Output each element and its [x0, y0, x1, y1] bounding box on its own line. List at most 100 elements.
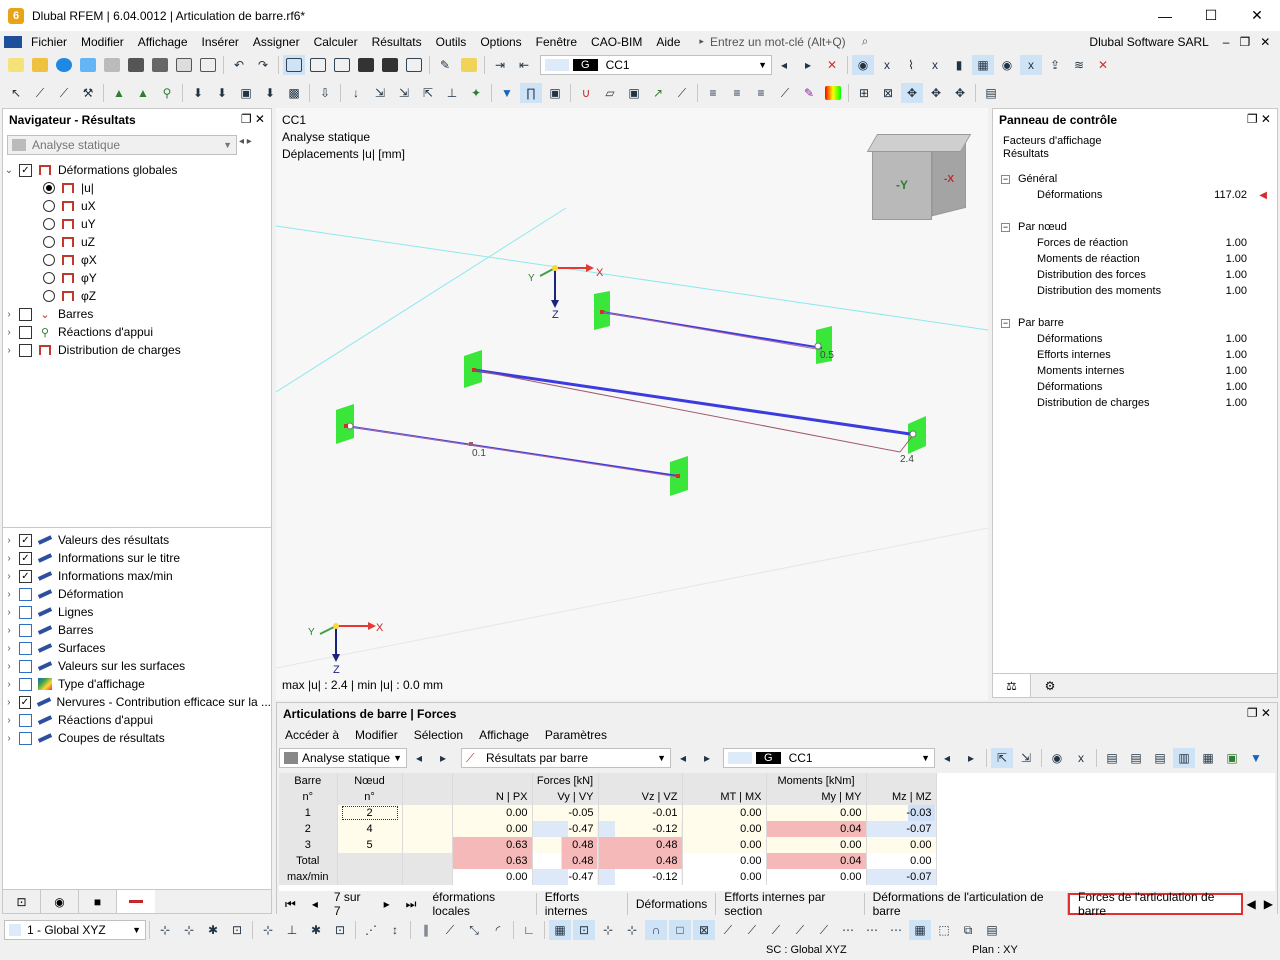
- menu-options[interactable]: Options: [473, 35, 528, 49]
- row-value[interactable]: 1.00: [1226, 333, 1247, 345]
- cp-row[interactable]: Distribution des moments 1.00: [993, 283, 1277, 299]
- cell-vy[interactable]: -0.47: [532, 821, 599, 837]
- tree-item-reactions[interactable]: › ⚲ Réactions d'appui: [3, 323, 271, 341]
- first-page-icon[interactable]: ⏮: [277, 893, 304, 915]
- checkbox[interactable]: [19, 641, 32, 655]
- cell-my[interactable]: 0.00: [766, 805, 867, 821]
- view-toggle-icon[interactable]: ▤: [981, 920, 1003, 940]
- radio[interactable]: [43, 218, 55, 230]
- tab-local-deformations[interactable]: éformations locales: [424, 890, 537, 918]
- clear-icon[interactable]: ✕: [1092, 55, 1114, 75]
- export-res-icon[interactable]: ⇪: [1044, 55, 1066, 75]
- load4-icon[interactable]: ⬇: [259, 83, 281, 103]
- member-b-icon[interactable]: ⟋: [439, 920, 461, 940]
- menu-aide[interactable]: Aide: [649, 35, 687, 49]
- dim3-icon[interactable]: ⇱: [417, 83, 439, 103]
- snap-b-icon[interactable]: ⊹: [178, 920, 200, 940]
- cell-mt[interactable]: 0.00: [682, 837, 767, 853]
- cell-vz[interactable]: 0.48: [598, 837, 683, 853]
- checkbox[interactable]: [19, 307, 32, 321]
- tabs-scroll-right-icon[interactable]: ▶: [1259, 893, 1278, 915]
- magnet-icon[interactable]: ∩: [645, 920, 667, 940]
- navigator-combo[interactable]: Analyse statique ▼: [7, 135, 237, 155]
- excel-icon[interactable]: ▣: [1221, 748, 1243, 768]
- next-page-icon[interactable]: ▸: [375, 893, 398, 915]
- print-icon[interactable]: [149, 55, 171, 75]
- curve-icon[interactable]: ∪: [575, 83, 597, 103]
- tree-item-phiy[interactable]: φY: [3, 269, 271, 287]
- checkbox[interactable]: ✓: [19, 163, 32, 177]
- radio[interactable]: [43, 290, 55, 302]
- view-a-icon[interactable]: ⊞: [853, 83, 875, 103]
- dim-c-icon[interactable]: ✱: [305, 920, 327, 940]
- select-icon[interactable]: ↖: [5, 83, 27, 103]
- chevron-down-icon[interactable]: ⌄: [3, 165, 15, 176]
- scale-tab-icon[interactable]: ⚖: [993, 674, 1031, 697]
- pointer-icon[interactable]: ↓: [345, 83, 367, 103]
- cell-vz[interactable]: -0.12: [598, 869, 683, 885]
- menu-fichier[interactable]: Fichier: [24, 35, 74, 49]
- grid-icon[interactable]: ▦: [972, 55, 994, 75]
- snap-a-icon[interactable]: ⊹: [154, 920, 176, 940]
- menu-resultats[interactable]: Résultats: [365, 35, 429, 49]
- green-arrow-icon[interactable]: ↗: [647, 83, 669, 103]
- analysis-select[interactable]: Analyse statique ▼: [279, 748, 407, 768]
- results-icon[interactable]: [458, 55, 480, 75]
- checkbox[interactable]: [19, 623, 32, 637]
- settings-tab-icon[interactable]: ⚙: [1031, 674, 1069, 697]
- center-snap-icon[interactable]: ⊹: [621, 920, 643, 940]
- model-icon[interactable]: [101, 55, 123, 75]
- cell-vz[interactable]: -0.01: [598, 805, 683, 821]
- table-e-icon[interactable]: ▦: [1197, 748, 1219, 768]
- cell-n[interactable]: 0.63: [452, 837, 533, 853]
- display2-icon[interactable]: ▣: [544, 83, 566, 103]
- radio[interactable]: [43, 236, 55, 248]
- cp-section-header[interactable]: − Général: [993, 171, 1277, 187]
- table-view-icon[interactable]: [283, 55, 305, 75]
- filter-table-icon[interactable]: ▼: [1245, 748, 1267, 768]
- menu-inserer[interactable]: Insérer: [195, 35, 246, 49]
- display-item-ribs[interactable]: › ✓ Nervures - Contribution efficace sur l…: [3, 693, 271, 711]
- guide-g-icon[interactable]: ⋯: [861, 920, 883, 940]
- dim-b-icon[interactable]: ⊥: [281, 920, 303, 940]
- minimize-button[interactable]: —: [1142, 0, 1188, 31]
- cp-row[interactable]: Déformations 1.00: [993, 379, 1277, 395]
- values-icon[interactable]: x: [876, 55, 898, 75]
- display-item-title-info[interactable]: › ✓ Informations sur le titre: [3, 549, 271, 567]
- row-value[interactable]: 1.00: [1226, 365, 1247, 377]
- grid-view-icon[interactable]: [307, 55, 329, 75]
- cell-my[interactable]: 0.04: [766, 853, 867, 869]
- view-c-icon[interactable]: ✥: [901, 83, 923, 103]
- tab-hinge-forces[interactable]: Forces de l'articulation de barre: [1068, 890, 1243, 918]
- table-row[interactable]: 2 4 0.00 -0.47 -0.12 0.00 0.04 -0.07: [279, 821, 937, 837]
- row-value[interactable]: 117.02: [1214, 189, 1247, 201]
- tab-deformations[interactable]: Déformations: [627, 893, 717, 915]
- doc-restore-button[interactable]: ❐: [1239, 35, 1250, 49]
- load-icon[interactable]: ⬇: [187, 83, 209, 103]
- load-case-select[interactable]: G CC1 ▼: [540, 55, 772, 75]
- cp-section-header[interactable]: − Par nœud: [993, 219, 1277, 235]
- cell-mz[interactable]: -0.07: [866, 821, 937, 837]
- prev-page-icon[interactable]: ◂: [303, 893, 326, 915]
- cell-mt[interactable]: 0.00: [682, 853, 767, 869]
- checkbox[interactable]: [19, 587, 32, 601]
- checkbox[interactable]: [19, 713, 32, 727]
- close-button[interactable]: ✕: [1234, 0, 1280, 31]
- tree-item-ux[interactable]: uX: [3, 197, 271, 215]
- cell-noeud[interactable]: 4: [337, 821, 403, 837]
- redo-icon[interactable]: ↷: [252, 55, 274, 75]
- show-results-icon[interactable]: ◉: [852, 55, 874, 75]
- deform-icon[interactable]: ⌇: [900, 55, 922, 75]
- step-back-icon[interactable]: ⇤: [513, 55, 535, 75]
- display-item-reactions[interactable]: › Réactions d'appui: [3, 711, 271, 729]
- prev-icon[interactable]: ◂: [773, 55, 795, 75]
- angle-icon[interactable]: ∟: [518, 920, 540, 940]
- results-tab-icon[interactable]: [117, 890, 155, 913]
- cell-mt[interactable]: 0.00: [682, 869, 767, 885]
- table-menu-parametres[interactable]: Paramètres: [537, 728, 615, 742]
- calc-icon[interactable]: [403, 55, 425, 75]
- display-item-values[interactable]: › ✓ Valeurs des résultats: [3, 531, 271, 549]
- color-map-icon[interactable]: [822, 83, 844, 103]
- tab-internal-forces[interactable]: Efforts internes: [536, 890, 628, 918]
- wave-icon[interactable]: ≋: [1068, 55, 1090, 75]
